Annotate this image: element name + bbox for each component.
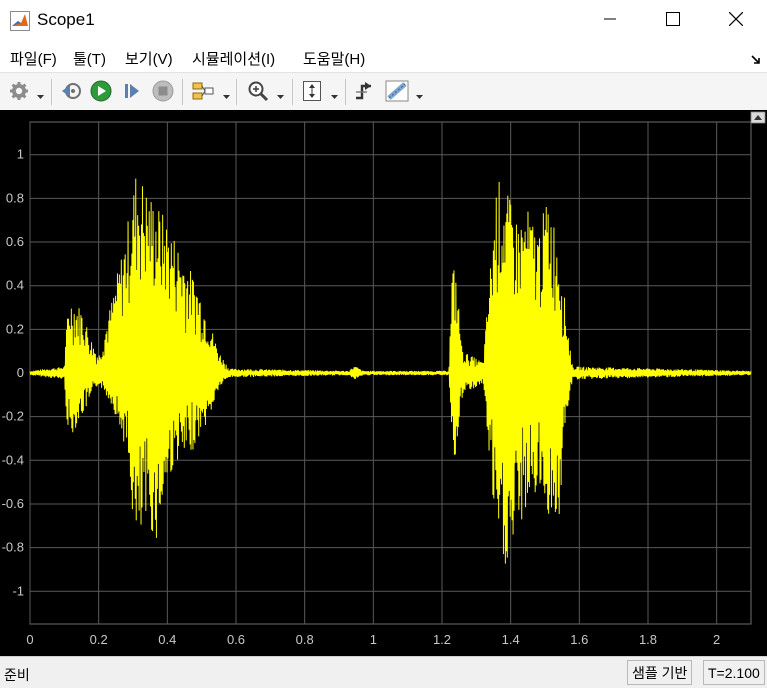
x-tick-label: 0	[26, 632, 33, 647]
menu-view[interactable]: 보기(V)	[125, 48, 173, 69]
y-tick-label: -0.2	[2, 409, 24, 424]
plot-canvas: 0 0.2 0.4 0.6 0.8 1 1.2 1.4 1.6 1.8 2 1 0.8 0.6 0.4 0.2…	[2, 111, 766, 647]
settings-dropdown-arrow-icon[interactable]	[37, 87, 44, 103]
stop-icon	[152, 80, 174, 102]
maximize-icon	[666, 11, 680, 29]
stop-button[interactable]	[151, 79, 175, 103]
toolbar-separator	[182, 79, 183, 105]
y-tick-label: 1	[17, 147, 24, 162]
y-tick-label: 0.2	[6, 321, 24, 336]
toolbar-separator	[236, 79, 237, 105]
simulation-time: T=2.100	[703, 660, 765, 685]
y-tick-label: 0.4	[6, 278, 24, 293]
x-tick-label: 0.2	[90, 632, 108, 647]
status-bar: 준비 샘플 기반 T=2.100	[0, 656, 767, 688]
triggers-button[interactable]	[352, 79, 376, 103]
scope-plot[interactable]: 0 0.2 0.4 0.6 0.8 1 1.2 1.4 1.6 1.8 2 1 0.8 0.6 0.4 0.2…	[0, 110, 767, 656]
minimize-button[interactable]	[587, 0, 633, 40]
toolbar-separator	[345, 79, 346, 105]
step-back-icon	[60, 81, 82, 101]
y-tick-label: -0.4	[2, 452, 24, 467]
y-tick-label: -0.6	[2, 496, 24, 511]
menu-file[interactable]: 파일(F)	[10, 48, 57, 69]
scope-window: Scope1 파일(F) 툴(T) 보기(V) 시뮬레이션(I) 도움말(H)	[0, 0, 767, 688]
tick-labels: 0 0.2 0.4 0.6 0.8 1 1.2 1.4 1.6 1.8 2 1 0.8 0.6 0.4 0.2…	[2, 147, 721, 647]
x-tick-label: 1.8	[639, 632, 657, 647]
highlight-block-icon	[192, 81, 214, 101]
menu-bar: 파일(F) 툴(T) 보기(V) 시뮬레이션(I) 도움말(H)	[0, 40, 767, 72]
x-tick-label: 1.2	[433, 632, 451, 647]
signal-line	[29, 178, 752, 564]
toolbar	[0, 72, 767, 111]
signal-trace	[29, 178, 752, 564]
fit-axes-icon	[302, 80, 322, 102]
zoom-in-button[interactable]	[245, 79, 271, 103]
zoom-in-icon	[247, 80, 269, 102]
matlab-icon	[10, 11, 30, 31]
step-forward-icon	[122, 81, 142, 101]
y-tick-label: 0	[17, 365, 24, 380]
fit-axes-dropdown-arrow-icon[interactable]	[331, 87, 338, 103]
x-tick-label: 0.4	[158, 632, 176, 647]
highlight-dropdown-arrow-icon[interactable]	[223, 87, 230, 103]
title-bar[interactable]: Scope1	[0, 0, 767, 40]
y-tick-label: 0.6	[6, 234, 24, 249]
fit-axes-button[interactable]	[300, 79, 324, 103]
legend-toggle-button[interactable]	[750, 111, 766, 124]
toolbar-separator	[292, 79, 293, 105]
y-tick-label: 0.8	[6, 190, 24, 205]
menu-simulation[interactable]: 시뮬레이션(I)	[192, 48, 275, 69]
maximize-button[interactable]	[650, 0, 696, 40]
status-text: 준비	[4, 667, 30, 683]
run-icon	[90, 80, 112, 102]
measurements-dropdown-arrow-icon[interactable]	[416, 87, 423, 103]
sample-based-indicator: 샘플 기반	[627, 660, 693, 685]
toolbar-separator	[51, 79, 52, 105]
y-tick-label: -1	[12, 583, 24, 598]
x-tick-label: 0.8	[296, 632, 314, 647]
undock-arrow-icon[interactable]	[751, 52, 761, 68]
step-back-button[interactable]	[58, 79, 84, 103]
x-tick-label: 2	[713, 632, 720, 647]
zoom-dropdown-arrow-icon[interactable]	[277, 87, 284, 103]
window-title: Scope1	[37, 10, 95, 29]
minimize-icon	[604, 12, 616, 28]
x-tick-label: 1.4	[502, 632, 520, 647]
step-forward-button[interactable]	[120, 79, 144, 103]
measurements-button[interactable]	[384, 79, 410, 103]
settings-button[interactable]	[7, 79, 31, 103]
y-tick-label: -0.8	[2, 540, 24, 555]
close-button[interactable]	[713, 0, 759, 40]
close-icon	[728, 11, 744, 29]
x-tick-label: 1	[370, 632, 377, 647]
triggers-icon	[353, 80, 375, 102]
measurements-icon	[385, 80, 409, 102]
highlight-block-button[interactable]	[190, 79, 216, 103]
x-tick-label: 1.6	[570, 632, 588, 647]
settings-gear-icon	[9, 81, 29, 101]
menu-tools[interactable]: 툴(T)	[73, 48, 106, 69]
menu-help[interactable]: 도움말(H)	[303, 48, 365, 69]
x-tick-label: 0.6	[227, 632, 245, 647]
run-button[interactable]	[89, 79, 113, 103]
